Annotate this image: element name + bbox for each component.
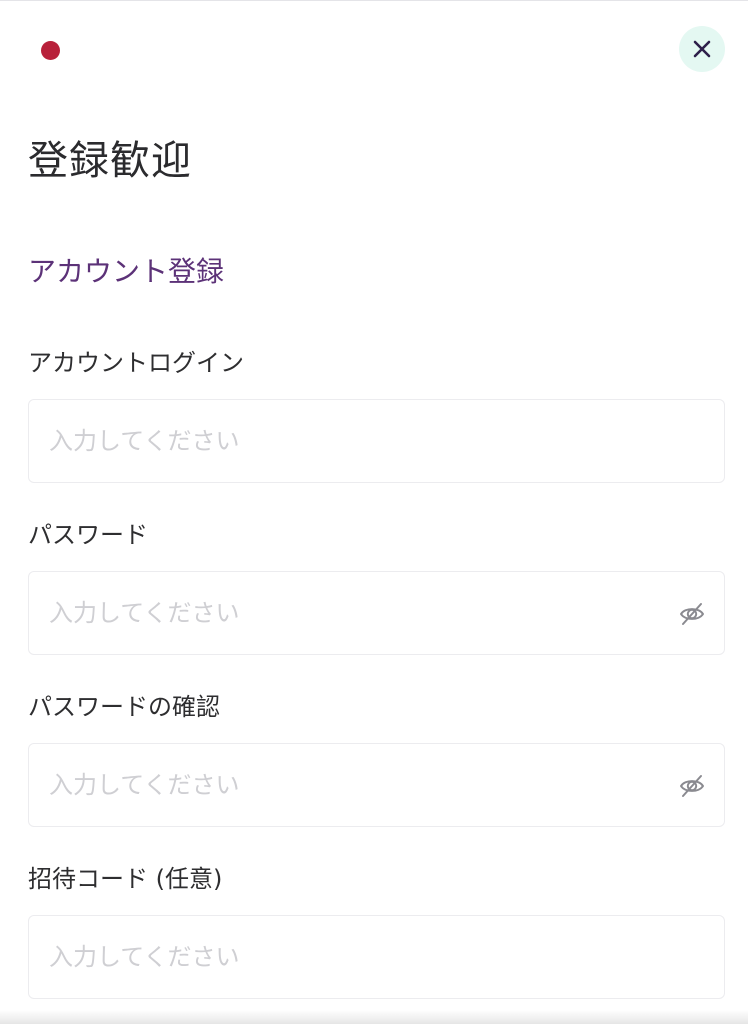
register-dialog: 登録歓迎 アカウント登録 アカウントログイン パスワード パスワードの確認 招待… <box>0 0 748 1024</box>
eye-off-icon[interactable] <box>678 772 706 800</box>
account-field <box>28 399 725 483</box>
close-icon <box>693 40 711 58</box>
account-label: アカウントログイン <box>28 349 244 377</box>
password-input[interactable] <box>49 572 669 654</box>
password-confirm-label: パスワードの確認 <box>28 693 220 721</box>
password-confirm-input[interactable] <box>49 744 669 826</box>
password-confirm-field <box>28 743 725 827</box>
account-input[interactable] <box>49 400 669 482</box>
invite-code-label: 招待コード (任意) <box>28 865 223 893</box>
close-button[interactable] <box>679 26 725 72</box>
password-field <box>28 571 725 655</box>
invite-code-input[interactable] <box>49 916 669 998</box>
section-subtitle: アカウント登録 <box>28 255 225 288</box>
page-title: 登録歓迎 <box>28 138 192 184</box>
bottom-shadow <box>0 1010 748 1024</box>
eye-off-icon[interactable] <box>678 600 706 628</box>
password-label: パスワード <box>28 521 148 549</box>
invite-code-field <box>28 915 725 999</box>
language-flag-icon[interactable] <box>41 41 60 60</box>
